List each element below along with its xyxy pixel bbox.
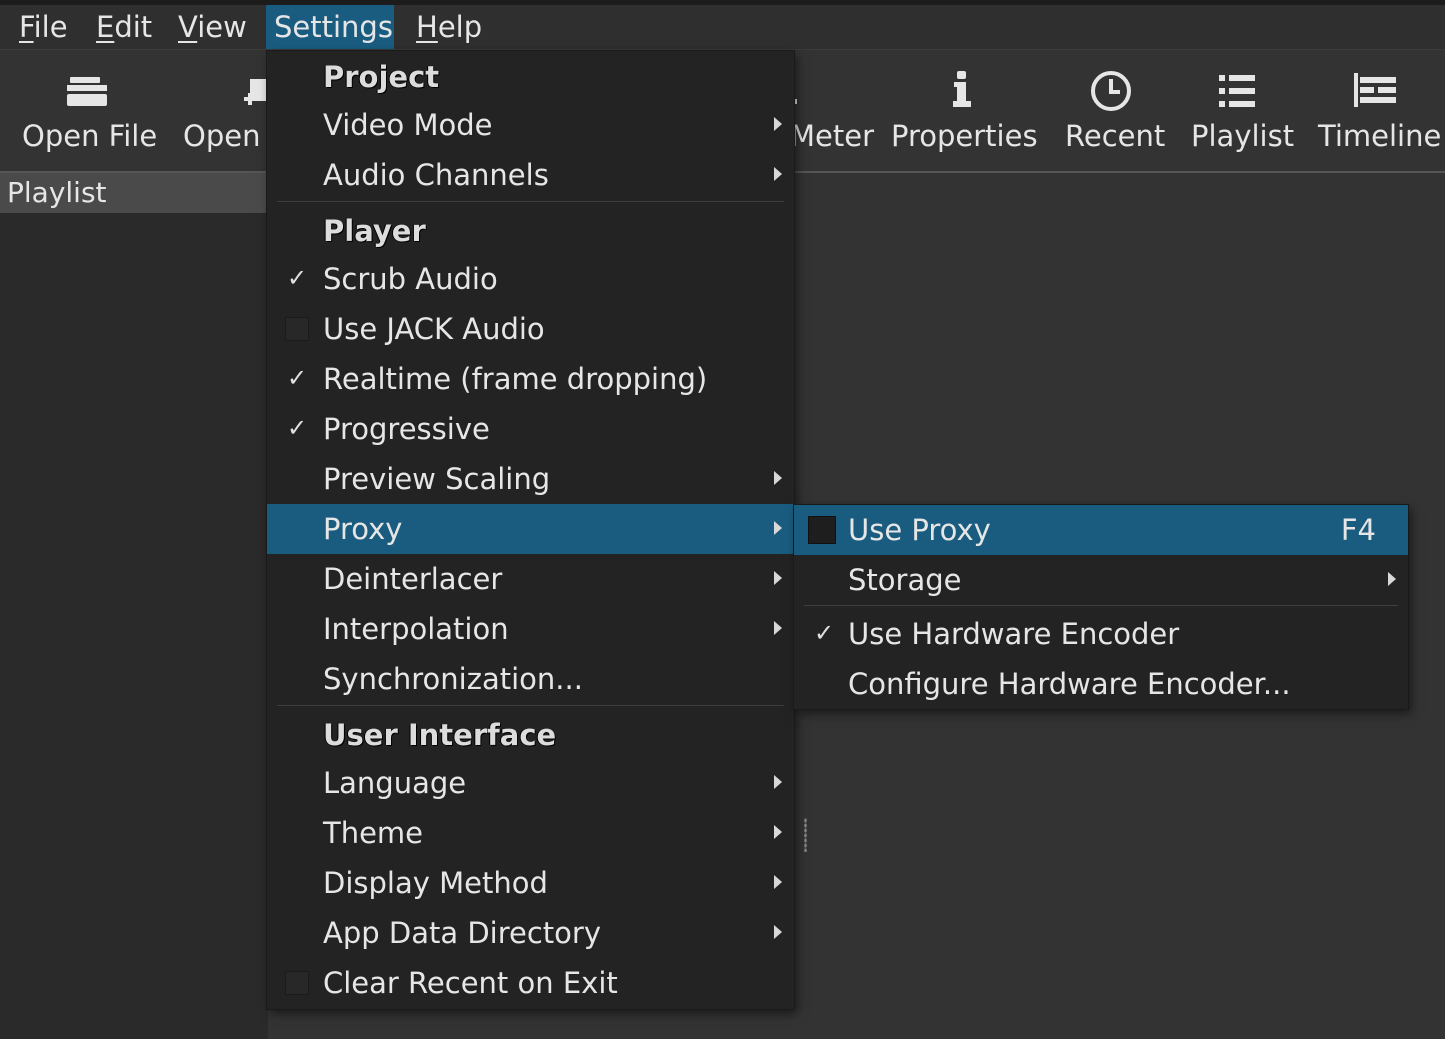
menu-item-progressive[interactable]: ✓ Progressive [267, 404, 794, 454]
menu-item-synchronization[interactable]: Synchronization... [267, 654, 794, 704]
submenu-arrow-icon [774, 571, 782, 585]
menu-separator [277, 705, 784, 706]
menu-item-deinterlacer[interactable]: Deinterlacer [267, 554, 794, 604]
check-icon: ✓ [286, 364, 308, 392]
check-icon: ✓ [286, 264, 308, 292]
submenu-arrow-icon [774, 775, 782, 789]
splitter-handle[interactable] [804, 818, 807, 852]
menu-bar: File Edit View Settings Help [0, 0, 1445, 50]
playlist-dock-body [0, 213, 268, 1039]
proxy-submenu: Use Proxy F4 Storage ✓ Use Hardware Encode… [794, 505, 1408, 709]
playlist-button[interactable]: Playlist [1185, 51, 1295, 171]
unchecked-box-icon [285, 971, 309, 995]
menu-view[interactable]: View [170, 5, 255, 49]
submenu-arrow-icon [774, 521, 782, 535]
menu-item-language[interactable]: Language [267, 758, 794, 808]
menu-settings[interactable]: Settings [266, 5, 394, 49]
check-icon: ✓ [813, 619, 835, 647]
playlist-dock-title: Playlist [0, 173, 268, 213]
menu-item-video-mode[interactable]: Video Mode [267, 100, 794, 150]
open-file-button[interactable]: Open File [10, 51, 162, 171]
open-other-button[interactable]: Open [172, 51, 268, 171]
list-icon [1219, 75, 1255, 107]
timeline-icon [1354, 73, 1396, 107]
menu-item-configure-hardware-encoder[interactable]: Configure Hardware Encoder... [794, 659, 1408, 709]
submenu-arrow-icon [774, 167, 782, 181]
unchecked-box-icon [808, 516, 836, 544]
submenu-arrow-icon [774, 875, 782, 889]
menu-separator [277, 201, 784, 202]
clock-icon [1091, 71, 1131, 111]
menu-item-storage[interactable]: Storage [794, 555, 1408, 605]
menu-item-use-proxy[interactable]: Use Proxy F4 [794, 505, 1408, 555]
menu-item-audio-channels[interactable]: Audio Channels [267, 150, 794, 200]
menu-item-theme[interactable]: Theme [267, 808, 794, 858]
menu-help[interactable]: Help [408, 5, 490, 49]
section-player: Player [323, 214, 426, 248]
menu-item-clear-recent[interactable]: Clear Recent on Exit [267, 958, 794, 1008]
settings-menu: Project Video Mode Audio Channels Player… [267, 51, 794, 1009]
menu-separator [804, 605, 1398, 606]
open-other-icon [244, 79, 268, 105]
section-project: Project [323, 60, 440, 94]
menu-edit[interactable]: Edit [88, 5, 160, 49]
menu-item-use-jack-audio[interactable]: Use JACK Audio [267, 304, 794, 354]
menu-item-realtime[interactable]: ✓ Realtime (frame dropping) [267, 354, 794, 404]
menu-item-app-data-directory[interactable]: App Data Directory [267, 908, 794, 958]
info-icon [953, 71, 971, 107]
recent-button[interactable]: Recent [1058, 51, 1168, 171]
menu-item-scrub-audio[interactable]: ✓ Scrub Audio [267, 254, 794, 304]
menu-item-preview-scaling[interactable]: Preview Scaling [267, 454, 794, 504]
peak-meter-button[interactable]: Meter [790, 51, 874, 171]
open-file-icon [67, 77, 107, 106]
submenu-arrow-icon [1388, 572, 1396, 586]
menu-item-display-method[interactable]: Display Method [267, 858, 794, 908]
unchecked-box-icon [285, 317, 309, 341]
submenu-arrow-icon [774, 925, 782, 939]
shortcut-label: F4 [1340, 513, 1376, 547]
menu-item-interpolation[interactable]: Interpolation [267, 604, 794, 654]
menu-item-proxy[interactable]: Proxy [267, 504, 794, 554]
timeline-button[interactable]: Timeline [1312, 51, 1441, 171]
menu-file[interactable]: File [11, 5, 76, 49]
submenu-arrow-icon [774, 621, 782, 635]
submenu-arrow-icon [774, 471, 782, 485]
submenu-arrow-icon [774, 825, 782, 839]
section-user-interface: User Interface [323, 718, 557, 752]
properties-button[interactable]: Properties [885, 51, 1038, 171]
menu-item-use-hardware-encoder[interactable]: ✓ Use Hardware Encoder [794, 609, 1408, 659]
submenu-arrow-icon [774, 117, 782, 131]
check-icon: ✓ [286, 414, 308, 442]
